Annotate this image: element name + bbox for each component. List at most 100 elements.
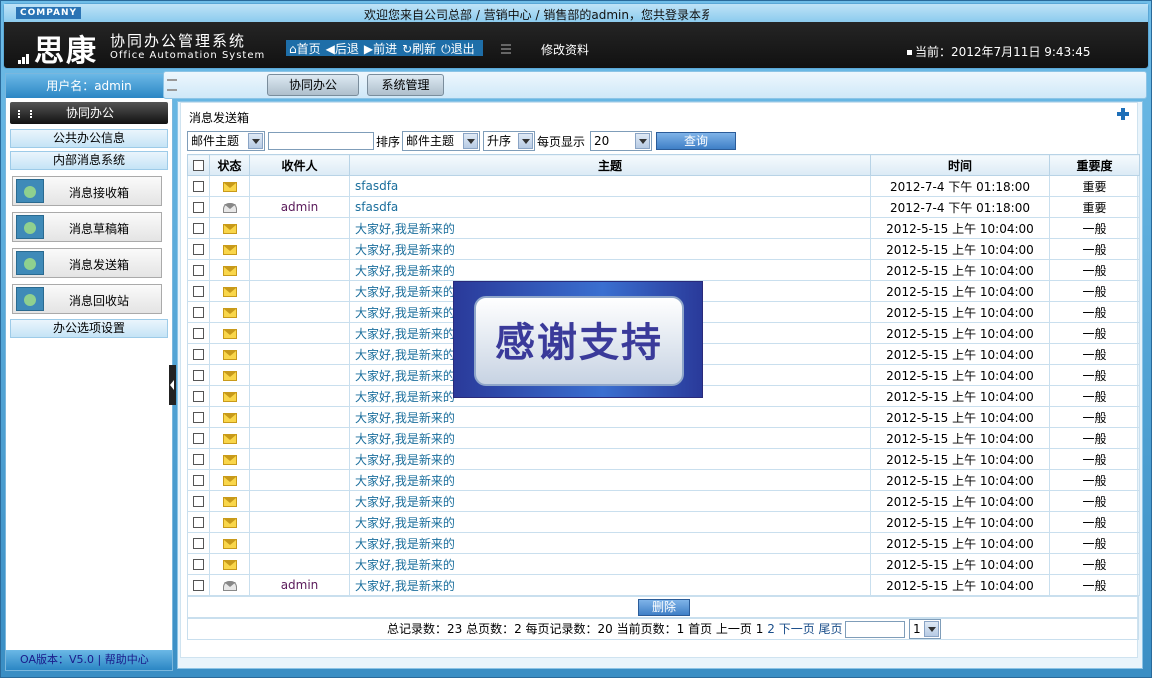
- table-row[interactable]: 大家好,我是新来的 2012-5-15 上午 10:04:00 一般: [187, 490, 1140, 512]
- row-checkbox[interactable]: [193, 517, 204, 528]
- page-size-select[interactable]: 20: [590, 131, 653, 151]
- grip-icon: [501, 44, 511, 54]
- select-all-checkbox[interactable]: [193, 160, 204, 171]
- sidebar-section-title: 协同办公: [66, 106, 115, 120]
- user-icon: [16, 179, 44, 203]
- recipient-cell: [249, 511, 350, 533]
- sidebar-collapse-handle[interactable]: [169, 365, 176, 405]
- table-row[interactable]: sfasdfa 2012-7-4 下午 01:18:00 重要: [187, 175, 1140, 197]
- goto-page-input[interactable]: [845, 621, 905, 638]
- pager-page-2[interactable]: 2: [767, 622, 775, 636]
- sidebar-group-internal-messages[interactable]: 内部消息系统: [10, 151, 168, 170]
- row-checkbox[interactable]: [193, 181, 204, 192]
- search-input[interactable]: [268, 132, 374, 150]
- sidebar-item-inbox[interactable]: 消息接收箱: [12, 176, 162, 206]
- subject-link[interactable]: sfasdfa: [349, 175, 871, 197]
- row-checkbox[interactable]: [193, 328, 204, 339]
- sidebar-item-trash[interactable]: 消息回收站: [12, 284, 162, 314]
- nav-back-button[interactable]: ◀后退: [326, 40, 359, 57]
- row-checkbox[interactable]: [193, 202, 204, 213]
- table-row[interactable]: 大家好,我是新来的 2012-5-15 上午 10:04:00 一般: [187, 511, 1140, 533]
- time-cell: 2012-5-15 上午 10:04:00: [870, 259, 1050, 281]
- column-header[interactable]: 状态: [209, 154, 250, 176]
- subject-link[interactable]: 大家好,我是新来的: [349, 217, 871, 239]
- column-header[interactable]: 主题: [349, 154, 871, 176]
- sort-order-select[interactable]: 升序: [483, 131, 536, 151]
- sidebar-item-drafts[interactable]: 消息草稿箱: [12, 212, 162, 242]
- envelope-open-icon: [222, 580, 237, 591]
- column-header[interactable]: 收件人: [249, 154, 350, 176]
- row-checkbox[interactable]: [193, 223, 204, 234]
- row-checkbox[interactable]: [193, 475, 204, 486]
- sort-field-select[interactable]: 邮件主题: [402, 131, 481, 151]
- subject-link[interactable]: 大家好,我是新来的: [349, 259, 871, 281]
- table-row[interactable]: admin 大家好,我是新来的 2012-5-15 上午 10:04:00 一般: [187, 574, 1140, 596]
- sidebar-item-sent[interactable]: 消息发送箱: [12, 248, 162, 278]
- time-cell: 2012-5-15 上午 10:04:00: [870, 469, 1050, 491]
- envelope-icon: [222, 475, 237, 486]
- status-cell: [209, 217, 250, 239]
- table-row[interactable]: 大家好,我是新来的 2012-5-15 上午 10:04:00 一般: [187, 406, 1140, 428]
- table-row[interactable]: 大家好,我是新来的 2012-5-15 上午 10:04:00 一般: [187, 553, 1140, 575]
- row-checkbox[interactable]: [193, 265, 204, 276]
- column-header[interactable]: 时间: [870, 154, 1050, 176]
- tab-system-management[interactable]: 系统管理: [367, 74, 444, 96]
- row-checkbox[interactable]: [193, 580, 204, 591]
- subject-link[interactable]: 大家好,我是新来的: [349, 511, 871, 533]
- search-field-select[interactable]: 邮件主题: [187, 131, 265, 151]
- sidebar-group-office-options[interactable]: 办公选项设置: [10, 319, 168, 338]
- recipient-cell: admin: [249, 574, 350, 596]
- query-button[interactable]: 查询: [656, 132, 737, 150]
- add-icon[interactable]: [1117, 108, 1129, 120]
- row-checkbox[interactable]: [193, 244, 204, 255]
- subject-link[interactable]: 大家好,我是新来的: [349, 490, 871, 512]
- subject-link[interactable]: 大家好,我是新来的: [349, 406, 871, 428]
- pager-last[interactable]: 尾页: [819, 622, 843, 636]
- subject-link[interactable]: 大家好,我是新来的: [349, 574, 871, 596]
- envelope-icon: [222, 454, 237, 465]
- subject-link[interactable]: 大家好,我是新来的: [349, 427, 871, 449]
- sidebar-section-header[interactable]: 协同办公: [10, 102, 168, 124]
- column-header[interactable]: 重要度: [1049, 154, 1140, 176]
- envelope-icon: [222, 559, 237, 570]
- delete-button[interactable]: 删除: [638, 599, 690, 616]
- edit-profile-link[interactable]: 修改资料: [541, 41, 589, 58]
- row-checkbox[interactable]: [193, 286, 204, 297]
- nav-refresh-button[interactable]: ↻刷新: [402, 40, 436, 57]
- nav-forward-button[interactable]: ▶前进: [364, 40, 397, 57]
- subject-link[interactable]: sfasdfa: [349, 196, 871, 218]
- table-row[interactable]: 大家好,我是新来的 2012-5-15 上午 10:04:00 一般: [187, 217, 1140, 239]
- table-row[interactable]: 大家好,我是新来的 2012-5-15 上午 10:04:00 一般: [187, 427, 1140, 449]
- nav-home-button[interactable]: ⌂首页: [289, 40, 321, 57]
- version-help-link[interactable]: OA版本：V5.0 | 帮助中心: [6, 650, 172, 670]
- table-row[interactable]: 大家好,我是新来的 2012-5-15 上午 10:04:00 一般: [187, 259, 1140, 281]
- subject-link[interactable]: 大家好,我是新来的: [349, 469, 871, 491]
- table-row[interactable]: 大家好,我是新来的 2012-5-15 上午 10:04:00 一般: [187, 448, 1140, 470]
- subject-link[interactable]: 大家好,我是新来的: [349, 532, 871, 554]
- recipient-cell: [249, 175, 350, 197]
- pager-next[interactable]: 下一页: [779, 622, 815, 636]
- sidebar-group-public-office[interactable]: 公共办公信息: [10, 129, 168, 148]
- row-checkbox[interactable]: [193, 454, 204, 465]
- goto-page-select[interactable]: 1: [909, 619, 941, 639]
- row-checkbox[interactable]: [193, 496, 204, 507]
- row-checkbox[interactable]: [193, 391, 204, 402]
- table-row[interactable]: 大家好,我是新来的 2012-5-15 上午 10:04:00 一般: [187, 532, 1140, 554]
- row-checkbox[interactable]: [193, 538, 204, 549]
- row-checkbox[interactable]: [193, 412, 204, 423]
- row-checkbox[interactable]: [193, 370, 204, 381]
- nav-logout-button[interactable]: ⏻退出: [441, 40, 475, 57]
- table-row[interactable]: 大家好,我是新来的 2012-5-15 上午 10:04:00 一般: [187, 238, 1140, 260]
- tab-collaboration[interactable]: 协同办公: [267, 74, 359, 96]
- table-row[interactable]: admin sfasdfa 2012-7-4 下午 01:18:00 重要: [187, 196, 1140, 218]
- table-row[interactable]: 大家好,我是新来的 2012-5-15 上午 10:04:00 一般: [187, 469, 1140, 491]
- row-checkbox[interactable]: [193, 307, 204, 318]
- row-checkbox[interactable]: [193, 349, 204, 360]
- subject-link[interactable]: 大家好,我是新来的: [349, 238, 871, 260]
- subject-link[interactable]: 大家好,我是新来的: [349, 448, 871, 470]
- subject-link[interactable]: 大家好,我是新来的: [349, 553, 871, 575]
- envelope-icon: [222, 370, 237, 381]
- row-checkbox[interactable]: [193, 559, 204, 570]
- page-size-value: 20: [594, 134, 610, 148]
- row-checkbox[interactable]: [193, 433, 204, 444]
